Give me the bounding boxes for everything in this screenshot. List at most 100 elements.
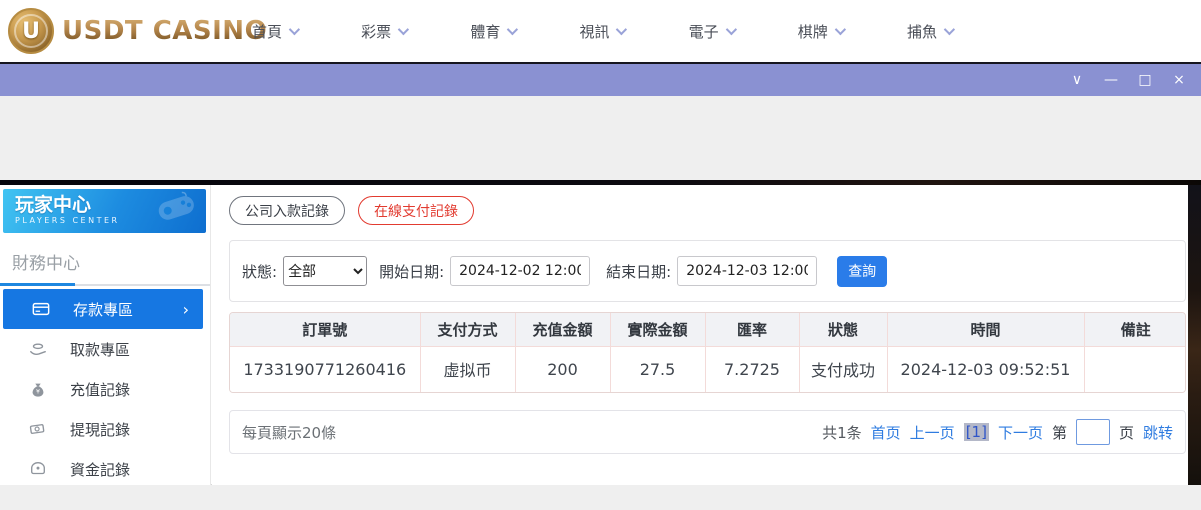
site-logo[interactable]: U USDT CASINO: [8, 8, 267, 54]
page-size-text: 每頁顯示20條: [242, 422, 336, 443]
cell-remark: [1084, 346, 1186, 392]
status-label: 狀態:: [242, 261, 277, 282]
cell-status: 支付成功: [799, 346, 887, 392]
nav-item-lottery[interactable]: 彩票: [361, 21, 406, 42]
sidebar-item-deposit-zone[interactable]: 存款專區 ›: [3, 289, 203, 329]
query-button[interactable]: 查詢: [837, 256, 887, 287]
col-status: 狀態: [799, 313, 887, 346]
purse-icon: [28, 459, 48, 479]
nav-item-boardgames[interactable]: 棋牌: [798, 21, 843, 42]
sidebar-item-recharge-records[interactable]: ¥ 充值記錄: [0, 369, 210, 409]
nav-item-fishing[interactable]: 捕魚: [907, 21, 952, 42]
table-row: 1733190771260416 虚拟币 200 27.5 7.2725 支付成…: [230, 346, 1186, 392]
chevron-down-icon[interactable]: ∨: [1065, 68, 1089, 92]
col-exchange-rate: 匯率: [705, 313, 799, 346]
sidebar: 玩家中心 PLAYERS CENTER 財務中心 存款專區: [0, 185, 211, 485]
logo-coin-icon: U: [8, 8, 54, 54]
chevron-down-icon: [835, 24, 846, 35]
chevron-down-icon: [507, 24, 518, 35]
prev-page-link[interactable]: 上一页: [910, 422, 955, 443]
withdraw-hand-icon: [28, 339, 48, 359]
col-actual-amount: 實際金額: [610, 313, 705, 346]
sidebar-menu: 存款專區 › 取款專區 ¥ 充值記錄: [0, 289, 210, 489]
pager-controls: 共1条 首页 上一页 [1] 下一页 第 页 跳转: [822, 419, 1173, 445]
tab-online-payment-records[interactable]: 在線支付記錄: [358, 196, 474, 225]
window-controls: ∨ — □ ×: [1065, 64, 1191, 96]
divider: [0, 284, 210, 286]
nav-item-sports[interactable]: 體育: [470, 21, 515, 42]
filter-bar: 狀態: 全部 開始日期: 結束日期: 查詢: [229, 240, 1186, 302]
site-header: U USDT CASINO 首頁 彩票 體育 視訊 電子: [0, 0, 1201, 62]
record-tabs: 公司入款記錄 在線支付記錄: [229, 196, 474, 225]
sidebar-item-label: 資金記錄: [70, 459, 130, 480]
cell-time: 2024-12-03 09:52:51: [887, 346, 1084, 392]
sidebar-item-label: 提現記錄: [70, 419, 130, 440]
nav-label: 體育: [470, 21, 500, 42]
nav-label: 棋牌: [798, 21, 828, 42]
window-titlebar: ∨ — □ ×: [0, 62, 1201, 96]
players-center-banner: 玩家中心 PLAYERS CENTER: [3, 189, 206, 233]
nav-label: 電子: [689, 21, 719, 42]
finance-center-heading: 財務中心: [0, 233, 210, 274]
close-icon[interactable]: ×: [1167, 68, 1191, 92]
nav-label: 首頁: [252, 21, 282, 42]
nav-item-home[interactable]: 首頁: [252, 21, 297, 42]
bottom-backdrop: [0, 486, 1201, 510]
table-header-row: 訂單號 支付方式 充值金額 實際金額 匯率 狀態 時間 備註: [230, 313, 1186, 346]
nav-label: 彩票: [361, 21, 391, 42]
cell-payment-method: 虚拟币: [420, 346, 515, 392]
sidebar-item-label: 取款專區: [70, 339, 130, 360]
chevron-down-icon: [616, 24, 627, 35]
main-region: 玩家中心 PLAYERS CENTER 財務中心 存款專區: [0, 185, 1201, 485]
end-date-input[interactable]: [677, 256, 817, 286]
moneybag-icon: ¥: [28, 379, 48, 399]
chevron-down-icon: [944, 24, 955, 35]
logo-text: USDT CASINO: [62, 16, 267, 46]
deposit-card-icon: [31, 299, 51, 319]
col-recharge-amount: 充值金額: [515, 313, 610, 346]
chevron-down-icon: [398, 24, 409, 35]
sidebar-item-withdraw-zone[interactable]: 取款專區: [0, 329, 210, 369]
tab-company-deposit-records[interactable]: 公司入款記錄: [229, 196, 345, 225]
page-number-input[interactable]: [1076, 419, 1110, 445]
sidebar-item-withdrawal-records[interactable]: 提現記錄: [0, 409, 210, 449]
nav-item-video[interactable]: 視訊: [579, 21, 624, 42]
cell-order-no: 1733190771260416: [230, 346, 420, 392]
jump-button[interactable]: 跳转: [1143, 422, 1173, 443]
main-nav: 首頁 彩票 體育 視訊 電子 棋牌: [252, 0, 952, 62]
svg-text:¥: ¥: [36, 389, 40, 396]
pagination-bar: 每頁顯示20條 共1条 首页 上一页 [1] 下一页 第 页 跳转: [229, 410, 1186, 454]
sidebar-item-label: 存款專區: [73, 299, 133, 320]
nav-item-electronic[interactable]: 電子: [689, 21, 734, 42]
start-date-input[interactable]: [450, 256, 590, 286]
sidebar-item-funds-records[interactable]: 資金記錄: [0, 449, 210, 489]
empty-backdrop: [0, 96, 1201, 180]
chevron-right-icon: ›: [183, 300, 189, 319]
background-image-sliver: [1188, 185, 1201, 485]
status-select[interactable]: 全部: [283, 256, 367, 286]
records-table: 訂單號 支付方式 充值金額 實際金額 匯率 狀態 時間 備註 173319077: [229, 312, 1186, 393]
cash-icon: [28, 419, 48, 439]
maximize-icon[interactable]: □: [1133, 68, 1157, 92]
minimize-icon[interactable]: —: [1099, 68, 1123, 92]
chevron-down-icon: [725, 24, 736, 35]
nav-label: 視訊: [579, 21, 609, 42]
col-time: 時間: [887, 313, 1084, 346]
total-count: 共1条: [822, 422, 862, 443]
content-panel: 公司入款記錄 在線支付記錄 狀態: 全部 開始日期: 結束日期: 查詢: [212, 185, 1188, 485]
cell-actual-amount: 27.5: [610, 346, 705, 392]
end-date-label: 結束日期:: [606, 261, 671, 282]
app-window: U USDT CASINO 首頁 彩票 體育 視訊 電子: [0, 0, 1201, 510]
logo-monogram: U: [22, 19, 40, 44]
col-remark: 備註: [1084, 313, 1186, 346]
current-page-indicator: [1]: [964, 423, 989, 441]
next-page-link[interactable]: 下一页: [998, 422, 1043, 443]
jump-suffix: 页: [1119, 422, 1134, 443]
start-date-label: 開始日期:: [379, 261, 444, 282]
col-order-no: 訂單號: [230, 313, 420, 346]
cell-recharge-amount: 200: [515, 346, 610, 392]
col-payment-method: 支付方式: [420, 313, 515, 346]
chevron-down-icon: [289, 24, 300, 35]
first-page-link[interactable]: 首页: [871, 422, 901, 443]
jump-prefix: 第: [1052, 422, 1067, 443]
